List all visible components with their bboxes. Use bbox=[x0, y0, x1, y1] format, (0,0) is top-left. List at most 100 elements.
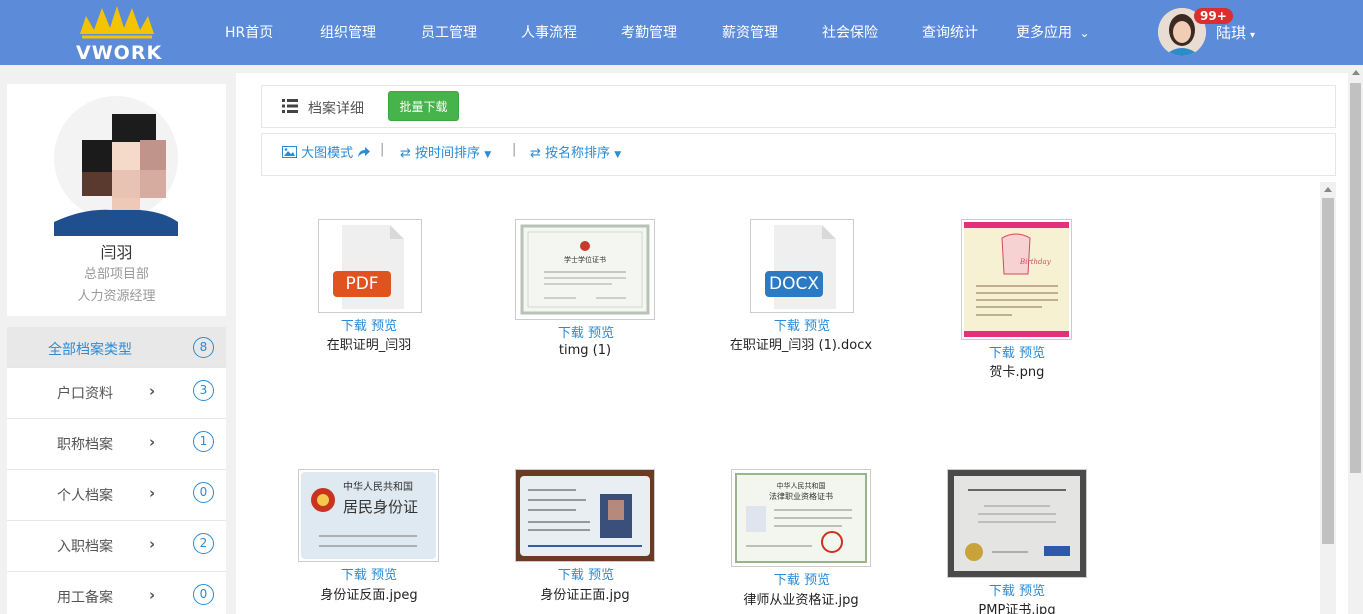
separator: | bbox=[380, 142, 385, 157]
pixelated-portrait-icon bbox=[54, 96, 178, 236]
share-arrow-icon bbox=[358, 147, 371, 157]
file-name: 身份证正面.jpg bbox=[540, 588, 630, 603]
chevron-right-icon: › bbox=[149, 586, 156, 604]
preview-link[interactable]: 预览 bbox=[371, 568, 397, 583]
retweet-icon: ⇄ bbox=[400, 146, 411, 161]
chevron-right-icon: › bbox=[149, 433, 156, 451]
greeting-card-thumbnail: Birthday bbox=[964, 222, 1069, 337]
category-label: 个人档案 bbox=[57, 488, 113, 504]
chevron-right-icon: › bbox=[149, 535, 156, 553]
svg-text:Birthday: Birthday bbox=[1019, 258, 1052, 266]
category-onboarding[interactable]: 入职档案 › 2 bbox=[7, 521, 226, 572]
batch-download-button[interactable]: 批量下载 bbox=[388, 91, 459, 121]
caret-down-icon: ▼ bbox=[484, 150, 492, 160]
file-thumbnail[interactable] bbox=[515, 469, 655, 562]
download-link[interactable]: 下载 bbox=[341, 319, 367, 334]
category-count-badge: 2 bbox=[193, 533, 214, 554]
sort-bar: 大图模式 | ⇄ 按时间排序 ▼ | ⇄ 按名称排序 ▼ bbox=[261, 133, 1336, 176]
scrollbar-thumb[interactable] bbox=[1350, 83, 1361, 473]
nav-hr-process[interactable]: 人事流程 bbox=[521, 22, 577, 42]
download-link[interactable]: 下载 bbox=[989, 346, 1015, 361]
pdf-file-icon: PDF bbox=[333, 225, 404, 309]
preview-link[interactable]: 预览 bbox=[804, 319, 830, 334]
chevron-down-icon: ⌄ bbox=[1079, 26, 1090, 40]
nav-employee-management[interactable]: 员工管理 bbox=[421, 22, 477, 42]
preview-link[interactable]: 预览 bbox=[588, 326, 614, 341]
big-image-mode-link[interactable]: 大图模式 bbox=[282, 142, 371, 161]
svg-text:中华人民共和国: 中华人民共和国 bbox=[777, 481, 826, 490]
vwork-logo[interactable]: VWORK bbox=[72, 4, 163, 64]
docx-file-icon: DOCX bbox=[765, 225, 836, 309]
employee-role: 人力资源经理 bbox=[77, 289, 156, 304]
caret-down-icon: ▾ bbox=[1250, 30, 1256, 41]
category-label: 职称档案 bbox=[57, 437, 113, 453]
nav-hr-home[interactable]: HR首页 bbox=[225, 22, 273, 42]
download-link[interactable]: 下载 bbox=[989, 584, 1015, 599]
svg-text:学士学位证书: 学士学位证书 bbox=[564, 255, 606, 264]
category-personal[interactable]: 个人档案 › 0 bbox=[7, 470, 226, 521]
pmp-certificate-thumbnail bbox=[948, 470, 1086, 577]
logo-text: VWORK bbox=[76, 42, 163, 64]
nav-payroll[interactable]: 薪资管理 bbox=[722, 22, 778, 42]
file-name: 贺卡.png bbox=[989, 365, 1045, 380]
nav-org-management[interactable]: 组织管理 bbox=[320, 22, 376, 42]
file-name: timg (1) bbox=[558, 343, 612, 358]
download-link[interactable]: 下载 bbox=[341, 568, 367, 583]
download-link[interactable]: 下载 bbox=[774, 573, 800, 588]
download-link[interactable]: 下载 bbox=[558, 326, 584, 341]
preview-link[interactable]: 预览 bbox=[804, 573, 830, 588]
category-label: 入职档案 bbox=[57, 539, 113, 555]
nav-more-apps-label: 更多应用 bbox=[1016, 25, 1072, 41]
category-title[interactable]: 职称档案 › 1 bbox=[7, 419, 226, 470]
file-thumbnail[interactable]: PDF bbox=[318, 219, 422, 313]
preview-link[interactable]: 预览 bbox=[1019, 584, 1045, 599]
username[interactable]: 陆琪 ▾ bbox=[1216, 22, 1255, 43]
file-thumbnail[interactable]: DOCX bbox=[750, 219, 854, 313]
nav-more-apps[interactable]: 更多应用 ⌄ bbox=[1016, 22, 1090, 42]
scroll-up-icon[interactable] bbox=[1352, 70, 1360, 75]
sort-by-time-label: 按时间排序 bbox=[415, 146, 481, 161]
employee-department: 总部项目部 bbox=[83, 267, 149, 282]
file-thumbnail[interactable]: Birthday bbox=[961, 219, 1072, 340]
file-thumbnail[interactable]: 中华人民共和国 居民身份证 bbox=[298, 469, 439, 562]
profile-photo bbox=[54, 96, 178, 236]
preview-link[interactable]: 预览 bbox=[1019, 346, 1045, 361]
file-name: 在职证明_闫羽 bbox=[326, 338, 412, 353]
category-all[interactable]: 全部档案类型 8 bbox=[7, 327, 226, 368]
lawyer-certificate-thumbnail: 中华人民共和国 法律职业资格证书 bbox=[735, 473, 867, 563]
chevron-right-icon: › bbox=[149, 484, 156, 502]
category-household[interactable]: 户口资料 › 3 bbox=[7, 368, 226, 419]
file-thumbnail[interactable] bbox=[947, 469, 1087, 578]
preview-link[interactable]: 预览 bbox=[588, 568, 614, 583]
file-grid-scrollbar[interactable] bbox=[1320, 182, 1336, 614]
file-thumbnail[interactable]: 学士学位证书 bbox=[515, 219, 655, 320]
file-type-tag: PDF bbox=[333, 271, 391, 297]
file-actions: 下载 预览 bbox=[486, 564, 686, 583]
file-actions: 下载 预览 bbox=[486, 322, 686, 341]
big-image-mode-label: 大图模式 bbox=[301, 146, 354, 161]
separator: | bbox=[512, 142, 517, 157]
download-link[interactable]: 下载 bbox=[774, 319, 800, 334]
preview-link[interactable]: 预览 bbox=[371, 319, 397, 334]
top-navigation-bar: VWORK HR首页 组织管理 员工管理 人事流程 考勤管理 薪资管理 社会保险… bbox=[0, 0, 1363, 65]
sort-by-name-label: 按名称排序 bbox=[545, 146, 611, 161]
id-card-back-thumbnail: 中华人民共和国 居民身份证 bbox=[301, 472, 436, 559]
category-count-badge: 3 bbox=[193, 380, 214, 401]
sort-by-time-link[interactable]: ⇄ 按时间排序 ▼ bbox=[400, 142, 491, 161]
category-employment-filing[interactable]: 用工备案 › 0 bbox=[7, 572, 226, 614]
scrollbar-thumb[interactable] bbox=[1322, 198, 1334, 544]
page-title: 档案详细 bbox=[308, 101, 364, 117]
file-actions: 下载 预览 bbox=[702, 315, 902, 334]
nav-social-insurance[interactable]: 社会保险 bbox=[822, 22, 878, 42]
image-icon bbox=[282, 146, 297, 158]
nav-query-statistics[interactable]: 查询统计 bbox=[922, 22, 978, 42]
file-actions: 下载 预览 bbox=[702, 569, 902, 588]
scroll-up-icon[interactable] bbox=[1324, 187, 1332, 192]
page-scrollbar[interactable] bbox=[1348, 65, 1363, 614]
file-name: 身份证反面.jpeg bbox=[320, 588, 418, 603]
nav-attendance[interactable]: 考勤管理 bbox=[621, 22, 677, 42]
sort-by-name-link[interactable]: ⇄ 按名称排序 ▼ bbox=[530, 142, 621, 161]
file-thumbnail[interactable]: 中华人民共和国 法律职业资格证书 bbox=[731, 469, 871, 567]
file-actions: 下载 预览 bbox=[269, 315, 469, 334]
download-link[interactable]: 下载 bbox=[558, 568, 584, 583]
